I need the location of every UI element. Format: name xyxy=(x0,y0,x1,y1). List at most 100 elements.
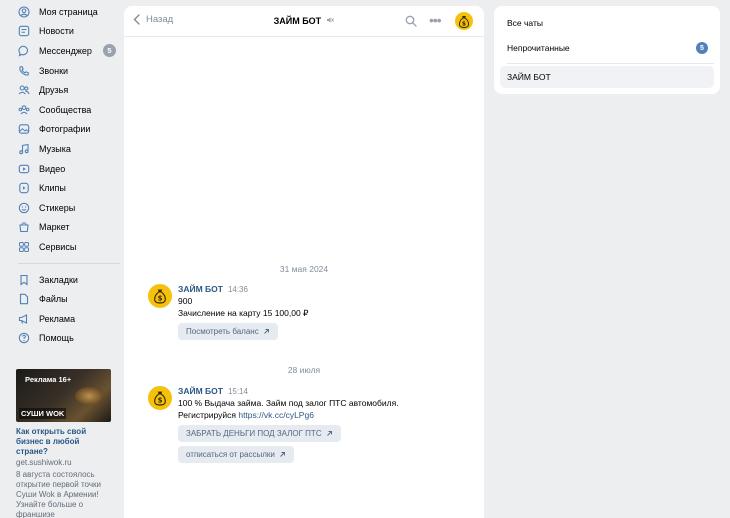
filter-label: Все чаты xyxy=(507,18,543,28)
message: $ ЗАЙМ БОТ 15:14 100 % Выдача займа. Займ… xyxy=(148,386,468,463)
sidebar-item-clips[interactable]: Клипы xyxy=(14,178,124,198)
money-bag-icon: $ xyxy=(458,15,470,28)
sidebar-item-music[interactable]: Музыка xyxy=(14,139,124,159)
svg-text:$: $ xyxy=(462,20,466,27)
date-separator: 28 июля xyxy=(287,365,321,375)
friends-icon xyxy=(18,84,30,96)
sidebar-item-label: Реклама xyxy=(39,313,76,324)
ad-image[interactable]: Реклама 16+ СУШИ WOK xyxy=(16,369,111,422)
sidebar-item-ads[interactable]: Реклама xyxy=(14,309,124,329)
unsubscribe-button[interactable]: отписаться от рассылки xyxy=(178,446,294,463)
sidebar-item-label: Сервисы xyxy=(39,241,77,252)
chat-avatar[interactable]: $ xyxy=(455,12,473,30)
news-icon xyxy=(18,25,30,37)
money-bag-icon: $ xyxy=(154,289,166,304)
ads-icon xyxy=(18,313,30,325)
communities-icon xyxy=(18,104,30,116)
message-text: Зачисление на карту 15 100,00 ₽ xyxy=(178,308,309,318)
message-author[interactable]: ЗАЙМ БОТ xyxy=(178,284,223,294)
more-icon[interactable]: ••• xyxy=(429,12,442,28)
sidebar-item-communities[interactable]: Сообщества xyxy=(14,100,124,120)
sidebar-item-label: Звонки xyxy=(39,65,69,76)
message: $ ЗАЙМ БОТ 14:36 900 Зачисление на карту … xyxy=(148,284,468,340)
ad-domain[interactable]: get.sushiwok.ru xyxy=(16,458,112,468)
chat-title-text: ЗАЙМ БОТ xyxy=(273,16,322,26)
date-separator: 31 мая 2024 xyxy=(279,264,329,274)
view-balance-button[interactable]: Посмотреть баланс xyxy=(178,323,278,340)
sidebar-item-video[interactable]: Видео xyxy=(14,159,124,179)
chat-item-active[interactable]: ЗАЙМ БОТ xyxy=(500,66,714,88)
sidebar-item-services[interactable]: Сервисы xyxy=(14,237,124,257)
message-author[interactable]: ЗАЙМ БОТ xyxy=(178,386,223,396)
ad-image-glow xyxy=(75,387,103,405)
sidebar-item-label: Мессенджер xyxy=(39,45,92,56)
filter-all-chats[interactable]: Все чаты xyxy=(500,12,714,34)
message-time: 15:14 xyxy=(227,387,248,396)
sidebar-item-label: Помощь xyxy=(39,333,74,344)
sidebar-item-file[interactable]: Файлы xyxy=(14,289,124,309)
sidebar-divider xyxy=(18,262,120,264)
message-time: 14:36 xyxy=(227,285,248,294)
message-author-row: ЗАЙМ БОТ 14:36 xyxy=(178,284,468,295)
music-icon xyxy=(18,143,30,155)
message-text: 100 % Выдача займа. Займ под залог ПТС а… xyxy=(178,398,399,408)
sidebar-item-friends[interactable]: Друзья xyxy=(14,80,124,100)
search-icon[interactable] xyxy=(405,15,417,29)
left-sidebar: Моя страница Новости Мессенджер 5 Звонки Друз… xyxy=(14,2,124,348)
sidebar-item-label: Новости xyxy=(39,26,74,37)
sidebar-item-user-circle[interactable]: Моя страница xyxy=(14,2,124,22)
sticker-icon xyxy=(18,202,30,214)
sidebar-item-label: Маркет xyxy=(39,222,70,233)
money-bag-icon: $ xyxy=(154,391,166,406)
services-icon xyxy=(18,241,30,253)
chat-item-label: ЗАЙМ БОТ xyxy=(507,72,551,82)
svg-text:$: $ xyxy=(158,295,163,303)
sidebar-item-market[interactable]: Маркет xyxy=(14,218,124,238)
photo-icon xyxy=(18,123,30,135)
bookmark-icon xyxy=(18,274,30,286)
message-text: 900 xyxy=(178,296,193,306)
sidebar-item-label: Друзья xyxy=(39,85,69,96)
button-label: Посмотреть баланс xyxy=(186,327,259,336)
mute-icon xyxy=(324,17,335,26)
help-icon xyxy=(18,332,30,344)
svg-text:$: $ xyxy=(158,397,163,405)
sidebar-item-label: Закладки xyxy=(39,274,78,285)
sidebar-item-news[interactable]: Новости xyxy=(14,22,124,42)
get-money-button[interactable]: ЗАБРАТЬ ДЕНЬГИ ПОД ЗАЛОГ ПТС xyxy=(178,425,341,442)
sidebar-item-sticker[interactable]: Стикеры xyxy=(14,198,124,218)
ad-age-badge: Реклама 16+ xyxy=(25,375,72,384)
market-icon xyxy=(18,221,30,233)
ad-title[interactable]: Как открыть свой бизнес в любой стране? xyxy=(16,427,112,457)
unread-badge: 5 xyxy=(103,44,116,58)
external-arrow-icon xyxy=(326,431,332,436)
sidebar-item-label: Файлы xyxy=(39,294,68,305)
message-avatar[interactable]: $ xyxy=(148,386,172,410)
sidebar-item-label: Моя страница xyxy=(39,6,98,17)
sidebar-item-label: Музыка xyxy=(39,143,71,154)
unread-count-badge: 5 xyxy=(696,42,708,54)
message-text-prefix: Регистрируйся xyxy=(178,410,239,420)
message-link[interactable]: https://vk.cc/cyLPg6 xyxy=(238,410,314,420)
chat-panel: Назад ЗАЙМ БОТ ••• $ 31 мая 2024 $ ЗАЙМ … xyxy=(124,6,484,518)
filter-label: Непрочитанные xyxy=(507,43,570,53)
user-circle-icon xyxy=(18,6,30,18)
message-icon xyxy=(18,45,30,57)
chat-header: Назад ЗАЙМ БОТ ••• $ xyxy=(124,6,484,37)
sidebar-item-phone[interactable]: Звонки xyxy=(14,61,124,81)
message-author-row: ЗАЙМ БОТ 15:14 xyxy=(178,386,468,397)
sidebar-ad[interactable]: Реклама 16+ СУШИ WOK Как открыть свой би… xyxy=(16,369,112,518)
sidebar-item-message[interactable]: Мессенджер 5 xyxy=(14,41,124,61)
message-text: Регистрируйся https://vk.cc/cyLPg6 xyxy=(178,409,468,421)
clips-icon xyxy=(18,182,30,194)
button-label: отписаться от рассылки xyxy=(186,450,275,459)
sidebar-item-label: Клипы xyxy=(39,183,66,194)
sidebar-item-help[interactable]: Помощь xyxy=(14,329,124,349)
sidebar-item-bookmark[interactable]: Закладки xyxy=(14,270,124,290)
message-avatar[interactable]: $ xyxy=(148,284,172,308)
phone-icon xyxy=(18,65,30,77)
filter-unread[interactable]: Непрочитанные 5 xyxy=(500,37,714,59)
video-icon xyxy=(18,163,30,175)
sidebar-item-photo[interactable]: Фотографии xyxy=(14,120,124,140)
button-label: ЗАБРАТЬ ДЕНЬГИ ПОД ЗАЛОГ ПТС xyxy=(186,429,322,438)
